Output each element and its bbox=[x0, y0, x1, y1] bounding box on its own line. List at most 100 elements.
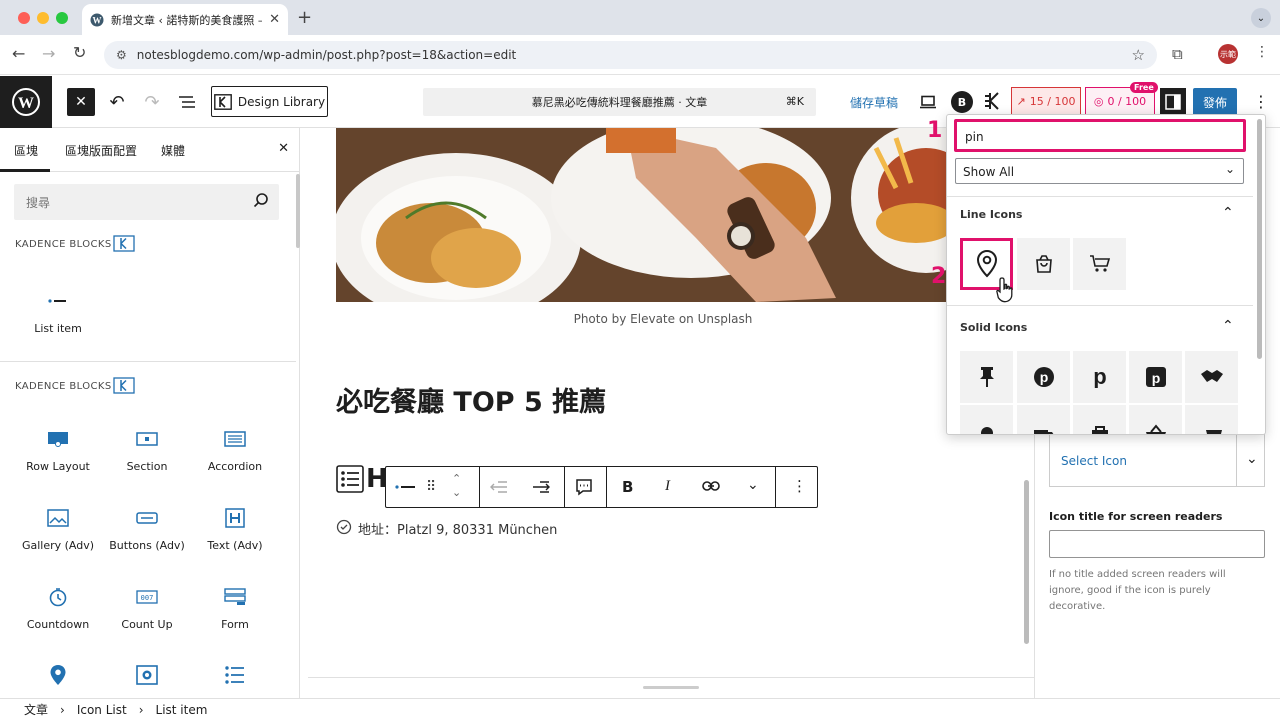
icon-option-truck[interactable] bbox=[1017, 405, 1070, 434]
close-inserter-icon[interactable]: ✕ bbox=[278, 141, 289, 156]
icon-box-block-icon[interactable] bbox=[136, 665, 158, 685]
publish-button[interactable]: 發佈 bbox=[1193, 88, 1237, 116]
icon-option-thumbtack[interactable] bbox=[960, 351, 1013, 403]
bold-icon[interactable]: B bbox=[622, 478, 633, 496]
block-label: Accordion bbox=[207, 460, 263, 473]
redo-icon[interactable]: ↷ bbox=[139, 88, 165, 116]
close-window-icon[interactable] bbox=[18, 12, 30, 24]
block-options-icon[interactable]: ⋮ bbox=[792, 477, 807, 495]
block-search-input[interactable]: 搜尋 bbox=[14, 184, 279, 220]
svg-text:p: p bbox=[1093, 366, 1106, 388]
block-label: Count Up bbox=[121, 618, 173, 631]
breadcrumb-item[interactable]: Icon List bbox=[77, 703, 127, 717]
tab-menu-icon[interactable]: ⌄ bbox=[1251, 8, 1271, 28]
collapse-chevron-icon[interactable]: ⌃ bbox=[1222, 205, 1234, 221]
block-item-text[interactable]: Text (Adv) bbox=[191, 505, 279, 552]
post-heading[interactable]: 必吃餐廳 TOP 5 推薦 bbox=[336, 380, 606, 419]
block-item-count-up[interactable]: 007 Count Up bbox=[103, 584, 191, 631]
comment-icon[interactable] bbox=[575, 478, 593, 496]
close-tab-icon[interactable]: ✕ bbox=[269, 12, 280, 27]
icon-list-block-icon[interactable] bbox=[224, 665, 246, 685]
resize-handle[interactable] bbox=[643, 686, 699, 689]
tab-patterns[interactable]: 區塊版面配置 bbox=[65, 142, 137, 159]
popover-scrollbar[interactable] bbox=[1257, 119, 1262, 359]
pinterest-icon: p bbox=[1093, 366, 1106, 388]
settings-panel-toggle[interactable] bbox=[1160, 88, 1186, 116]
dropdown-chevron-icon[interactable]: ⌄ bbox=[1246, 451, 1258, 467]
kadence-toolbar-icon[interactable] bbox=[982, 89, 1006, 113]
block-label: Form bbox=[221, 618, 249, 631]
tab-media[interactable]: 媒體 bbox=[161, 142, 185, 159]
options-menu-icon[interactable]: ⋮ bbox=[1253, 92, 1269, 111]
tab-blocks[interactable]: 區塊 bbox=[14, 142, 38, 159]
map-pin-block-icon[interactable] bbox=[48, 664, 68, 686]
bookmark-star-icon[interactable]: ☆ bbox=[1132, 46, 1145, 64]
check-circle-icon[interactable] bbox=[336, 519, 352, 535]
icon-option-basket[interactable] bbox=[1129, 405, 1182, 434]
block-item-countdown[interactable]: Countdown bbox=[14, 584, 102, 631]
reload-icon[interactable]: ↻ bbox=[73, 43, 86, 62]
maximize-window-icon[interactable] bbox=[56, 12, 68, 24]
block-item-buttons[interactable]: Buttons (Adv) bbox=[103, 505, 191, 552]
site-info-icon[interactable]: ⚙ bbox=[116, 48, 127, 62]
select-icon-dropdown[interactable]: Select Icon ⌄ bbox=[1049, 433, 1265, 487]
sidebar-scrollbar[interactable] bbox=[296, 174, 300, 248]
link-icon[interactable] bbox=[702, 480, 720, 492]
command-shortcut: ⌘K bbox=[785, 95, 804, 108]
design-library-button[interactable]: Design Library bbox=[211, 86, 328, 117]
featured-food-image[interactable] bbox=[336, 128, 956, 302]
block-item-accordion[interactable]: Accordion bbox=[191, 426, 279, 473]
block-item-list-item[interactable]: List item bbox=[14, 288, 102, 335]
list-item-text[interactable]: 地址：Platzl 9, 80331 München bbox=[358, 519, 557, 538]
outdent-icon[interactable] bbox=[490, 480, 508, 494]
breadcrumb-item[interactable]: 文章 bbox=[24, 701, 48, 718]
new-tab-icon[interactable]: + bbox=[297, 7, 312, 28]
icon-search-input[interactable]: pin bbox=[954, 119, 1246, 152]
free-badge: Free bbox=[1130, 82, 1158, 93]
icon-option-pinterest-square[interactable]: p bbox=[1129, 351, 1182, 403]
browser-tab[interactable]: W 新增文章 ‹ 諾特斯的美食護照 — ✕ bbox=[82, 4, 288, 35]
profile-avatar[interactable]: 示範 bbox=[1218, 44, 1238, 64]
italic-icon[interactable]: I bbox=[665, 478, 670, 495]
plugin-b-icon[interactable]: B bbox=[951, 91, 973, 113]
icon-option-shopping-bag[interactable] bbox=[1017, 238, 1070, 290]
block-item-form[interactable]: Form bbox=[191, 584, 279, 631]
block-item-section[interactable]: Section bbox=[103, 426, 191, 473]
indent-icon[interactable] bbox=[532, 480, 550, 494]
forward-icon[interactable]: → bbox=[42, 44, 55, 63]
block-item-gallery[interactable]: Gallery (Adv) bbox=[14, 505, 102, 552]
browser-menu-icon[interactable]: ⋮ bbox=[1255, 44, 1269, 60]
collapse-chevron-icon[interactable]: ⌃ bbox=[1222, 318, 1234, 334]
list-item-type-icon[interactable] bbox=[394, 480, 418, 494]
icon-option-handshake[interactable] bbox=[1185, 351, 1238, 403]
save-draft-button[interactable]: 儲存草稿 bbox=[850, 94, 898, 111]
undo-icon[interactable]: ↶ bbox=[104, 88, 130, 116]
icon-option-cart[interactable] bbox=[1073, 238, 1126, 290]
drag-handle-icon[interactable]: ⠿ bbox=[426, 479, 436, 495]
wordpress-logo[interactable]: W bbox=[0, 76, 52, 128]
cart-solid-icon bbox=[1201, 430, 1222, 434]
breadcrumb-item[interactable]: List item bbox=[156, 703, 208, 717]
block-item-row-layout[interactable]: Row Layout bbox=[14, 426, 102, 473]
icon-option-pinterest[interactable]: p bbox=[1073, 351, 1126, 403]
wordpress-favicon-icon: W bbox=[90, 13, 104, 27]
move-up-down-icon[interactable]: ⌃ ⌄ bbox=[452, 472, 461, 500]
icon-option-cart-solid[interactable] bbox=[1185, 405, 1238, 434]
icon-list-block-icon[interactable] bbox=[336, 465, 364, 493]
back-icon[interactable]: ← bbox=[12, 44, 25, 63]
icon-option-map-marker-solid[interactable] bbox=[960, 405, 1013, 434]
close-inserter-button[interactable]: ✕ bbox=[67, 88, 95, 116]
extensions-icon[interactable]: ⧉ bbox=[1172, 45, 1183, 63]
seo-score-button[interactable]: ↗ 15 / 100 bbox=[1011, 87, 1081, 116]
icon-option-shopping-bag-solid[interactable] bbox=[1073, 405, 1126, 434]
minimize-window-icon[interactable] bbox=[37, 12, 49, 24]
more-formats-chevron-icon[interactable]: ⌄ bbox=[747, 477, 759, 493]
preview-device-icon[interactable] bbox=[916, 90, 940, 114]
icon-title-input[interactable] bbox=[1049, 530, 1265, 558]
canvas-scrollbar[interactable] bbox=[1024, 480, 1029, 644]
document-overview-icon[interactable] bbox=[174, 88, 200, 116]
icon-filter-select[interactable]: Show All ⌄ bbox=[955, 158, 1244, 184]
document-title-bar[interactable]: 慕尼黑必吃傳統料理餐廳推薦 · 文章 ⌘K bbox=[423, 88, 816, 116]
url-field[interactable]: ⚙ notesblogdemo.com/wp-admin/post.php?po… bbox=[104, 41, 1157, 69]
icon-option-pinterest-circle[interactable]: p bbox=[1017, 351, 1070, 403]
